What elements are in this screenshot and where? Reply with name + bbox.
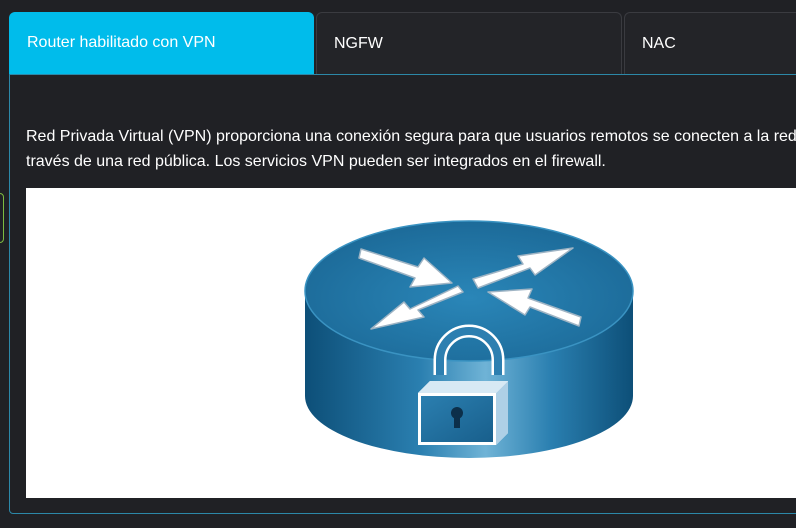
description: Red Privada Virtual (VPN) proporciona un… [26, 124, 796, 174]
tab-router-vpn[interactable]: Router habilitado con VPN [9, 12, 314, 75]
tab-nac[interactable]: NAC [624, 12, 796, 75]
description-line-2: través de una red pública. Los servicios… [26, 153, 606, 170]
tab-ngfw[interactable]: NGFW [316, 12, 622, 75]
figure-vpn-router [26, 188, 796, 498]
page: Router habilitado con VPN NGFW NAC Red P… [0, 0, 796, 528]
side-nav-handle[interactable] [0, 193, 4, 243]
description-line-1: Red Privada Virtual (VPN) proporciona un… [26, 128, 796, 145]
vpn-router-lock-icon [304, 220, 634, 458]
tab-bar: Router habilitado con VPN NGFW NAC [9, 12, 796, 75]
